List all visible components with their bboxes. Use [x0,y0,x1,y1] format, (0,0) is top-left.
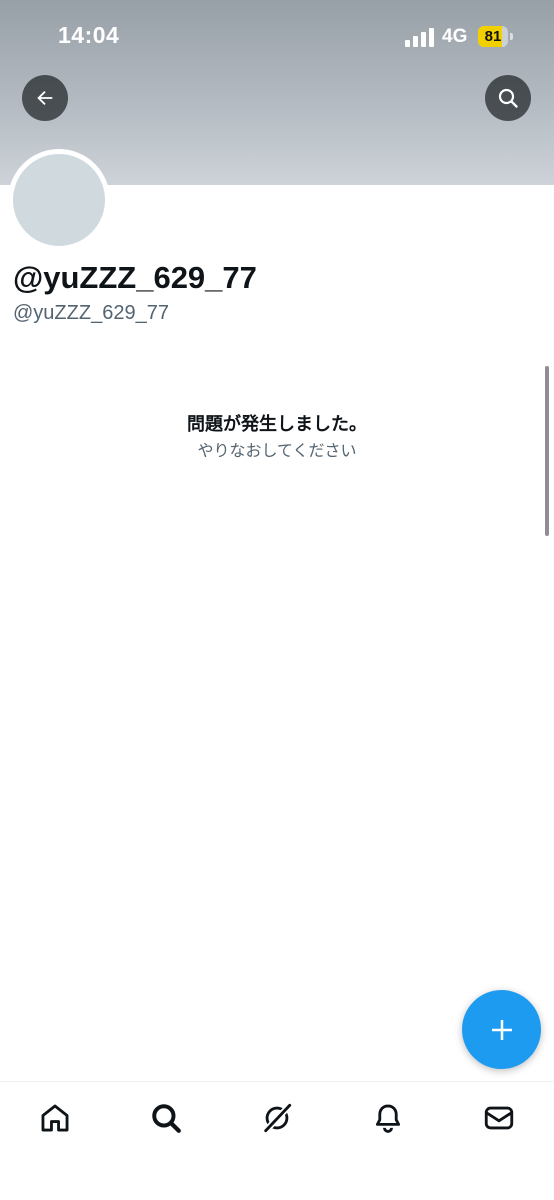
profile-screen: 14:04 4G 81 @yuZZZ_629_77 @yuZZZ_629_77 [0,0,554,1200]
error-retry-message[interactable]: やりなおしてください [0,437,554,461]
tab-home[interactable] [35,1098,75,1138]
bottom-tab-bar [0,1081,554,1200]
home-icon [41,1104,69,1132]
search-icon [152,1104,181,1133]
bell-icon [375,1104,401,1133]
profile-handle: @yuZZZ_629_77 [13,302,169,324]
error-title: 問題が発生しました。 [187,414,367,434]
network-type: 4G [442,26,468,47]
grok-icon [262,1102,293,1134]
profile-display-name: @yuZZZ_629_77 [13,260,257,295]
search-icon [498,88,518,108]
back-button[interactable] [22,75,68,121]
arrow-left-icon [37,90,53,106]
tab-notifications[interactable] [368,1098,408,1138]
tab-messages[interactable] [479,1098,519,1138]
mail-icon [484,1106,514,1130]
battery-icon: 81 [478,26,514,47]
avatar[interactable] [8,149,110,251]
status-time: 14:04 [58,22,120,48]
compose-post-button[interactable] [462,990,541,1069]
signal-icon [405,27,435,47]
tab-grok[interactable] [257,1098,297,1138]
status-bar: 14:04 4G 81 [0,0,554,74]
battery-level: 81 [484,28,502,45]
tab-search[interactable] [146,1098,186,1138]
scrollbar[interactable] [545,366,549,536]
search-button[interactable] [485,75,531,121]
plus-icon [491,1019,512,1040]
